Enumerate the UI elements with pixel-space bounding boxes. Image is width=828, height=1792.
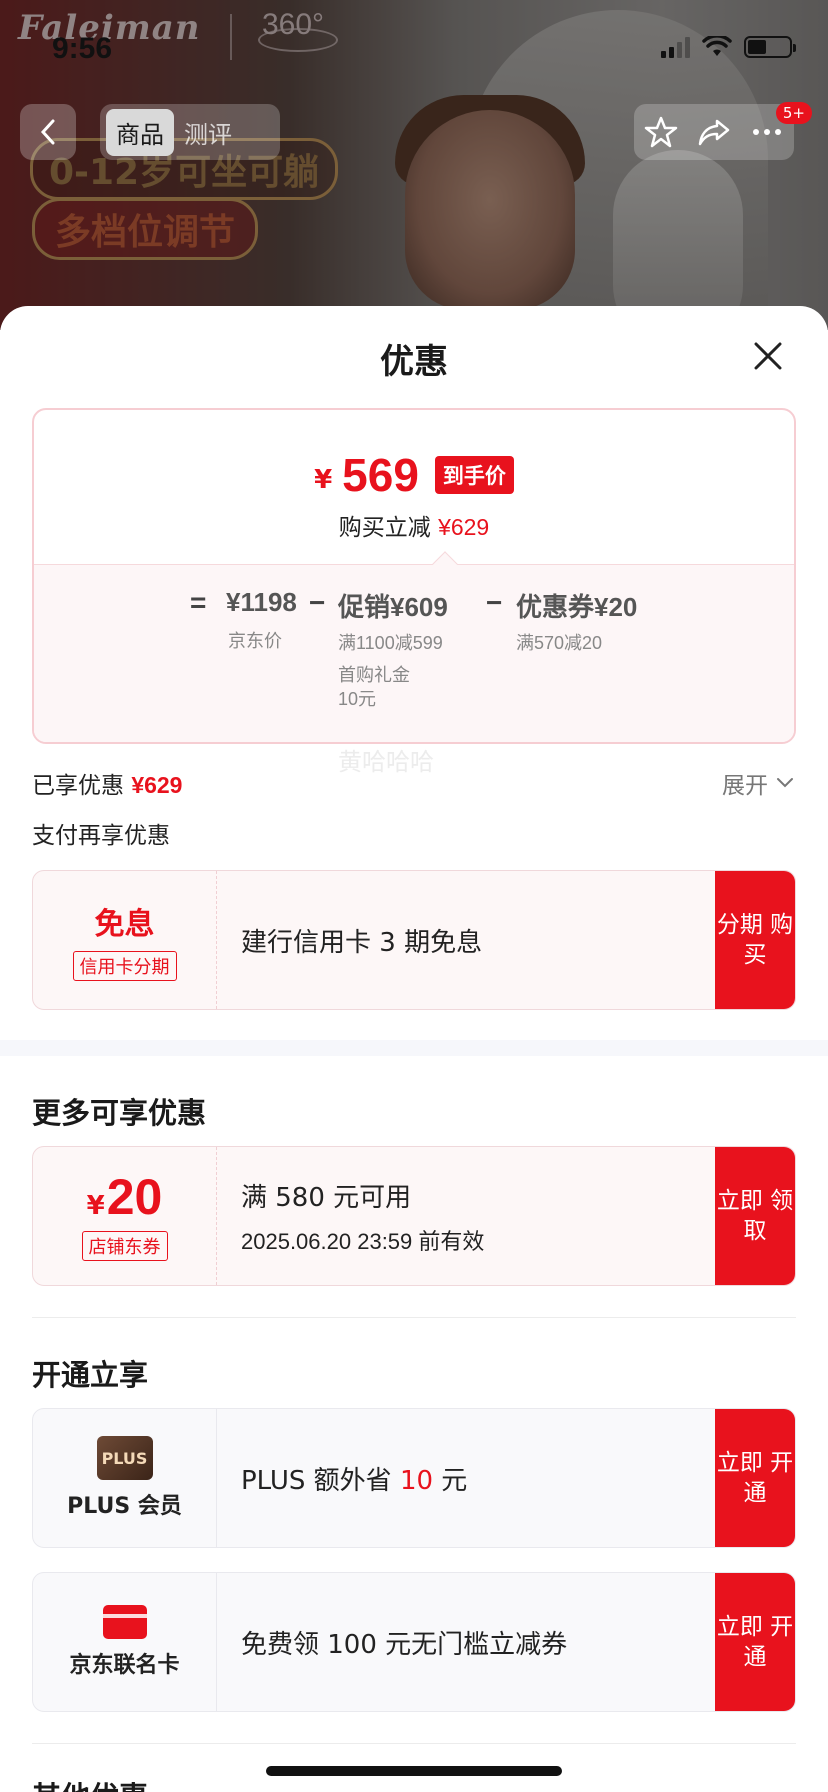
star-icon[interactable] [644,115,678,149]
chevron-down-icon [777,778,793,788]
open-enjoy-title: 开通立享 [32,1358,149,1392]
nav-actions [634,104,794,160]
coupon-note: 满570减20 [516,633,603,653]
tab-review[interactable]: 测评 [174,109,242,156]
promo-note-2: 首购礼金 [338,665,410,685]
other-offers-title: 其他优惠 [32,1774,148,1792]
installment-buy-button[interactable]: 分期 购买 [715,871,795,1009]
jd-cobrand-card: 京东联名卡 免费领 100 元无门槛立减券 立即 开通 [32,1572,796,1712]
expand-label: 展开 [722,773,768,799]
final-price-box: ¥ 569 到手价 购买立减 ¥629 = ¥1198 京东价 − 促销¥609… [32,408,796,744]
claim-coupon-button[interactable]: 立即 领取 [715,1147,795,1285]
plus-text-prefix: PLUS 额外省 [241,1465,400,1496]
jd-price-label: 京东价 [228,631,282,651]
equals-sign: = [190,587,207,618]
coupon-amount: 优惠券¥20 [516,592,638,622]
share-icon[interactable] [697,115,731,149]
coupon-expiry: 2025.06.20 23:59 前有效 [241,1228,485,1254]
coupon-condition: 满 580 元可用 [241,1182,412,1213]
reduction-value: ¥629 [438,514,490,540]
plus-text: PLUS 额外省 10 元 [241,1460,715,1497]
nav-tabs: 商品 测评 [100,104,280,160]
chevron-left-icon [40,119,55,145]
open-jd-card-button[interactable]: 立即 开通 [715,1573,795,1711]
store-coupon-card: ¥ 20 店铺东券 满 580 元可用 2025.06.20 23:59 前有效… [32,1146,796,1286]
coupon-currency: ¥ [86,1191,105,1221]
watermark: 黄哈哈哈 [338,748,434,776]
final-price-tag: 到手价 [434,456,514,494]
enjoyed-discount-row: 已享优惠 ¥629 [32,766,182,800]
final-price-currency: ¥ [314,465,333,495]
minus-sign-1: − [309,587,326,618]
store-coupon-tag: 店铺东券 [81,1231,168,1261]
plus-logo-icon: PLUS [96,1436,153,1480]
divider [32,1317,796,1318]
installment-text: 建行信用卡 3 期免息 [241,927,483,958]
battery-icon [744,36,796,58]
installment-card: 免息 信用卡分期 建行信用卡 3 期免息 分期 购买 [32,870,796,1010]
wifi-icon [702,36,732,56]
back-button[interactable] [20,104,76,160]
credit-card-icon [102,1605,147,1639]
close-icon[interactable] [748,336,788,376]
plus-label: PLUS 会员 [67,1494,182,1519]
promotion-sheet: 优惠 ¥ 569 到手价 购买立减 ¥629 = ¥1198 京东价 − 促销¥… [0,306,828,1792]
plus-text-amount: 10 [399,1465,434,1496]
enjoyed-value: ¥629 [131,772,183,798]
enjoyed-label: 已享优惠 [32,773,124,799]
reduction-label: 购买立减 [338,515,431,541]
status-icons [661,36,796,58]
sheet-title: 优惠 [380,342,448,382]
status-time: 9:56 [52,32,113,65]
section-gap [0,1040,828,1056]
jd-card-text: 免费领 100 元无门槛立减券 [241,1629,568,1660]
tab-product[interactable]: 商品 [106,108,174,156]
pay-more-label: 支付再享优惠 [32,823,170,849]
more-offers-title: 更多可享优惠 [32,1096,207,1130]
promo-note-1: 满1100减599 [338,633,443,653]
promo-amount: 促销¥609 [338,592,448,622]
final-price-amount: 569 [342,449,419,501]
more-badge: 5+ [775,102,812,124]
jd-price: ¥1198 [226,587,297,617]
open-plus-button[interactable]: 立即 开通 [715,1409,795,1547]
credit-installment-tag: 信用卡分期 [72,951,177,981]
interest-free-title: 免息 [94,907,155,942]
plus-card: PLUS PLUS 会员 PLUS 额外省 10 元 立即 开通 [32,1408,796,1548]
price-breakdown: = ¥1198 京东价 − 促销¥609 满1100减599 首购礼金 10元 … [34,564,794,742]
cellular-signal-icon [661,36,690,58]
plus-text-suffix: 元 [433,1465,468,1496]
home-indicator [266,1766,562,1776]
expand-button[interactable]: 展开 [722,766,794,800]
promo-note-3: 10元 [338,689,377,709]
divider [32,1743,796,1744]
coupon-value: ¥ 20 [87,1171,163,1223]
coupon-value-amount: 20 [106,1169,163,1225]
minus-sign-2: − [486,587,503,618]
jd-card-label: 京东联名卡 [69,1653,180,1678]
reduction-line: 购买立减 ¥629 [34,508,794,542]
